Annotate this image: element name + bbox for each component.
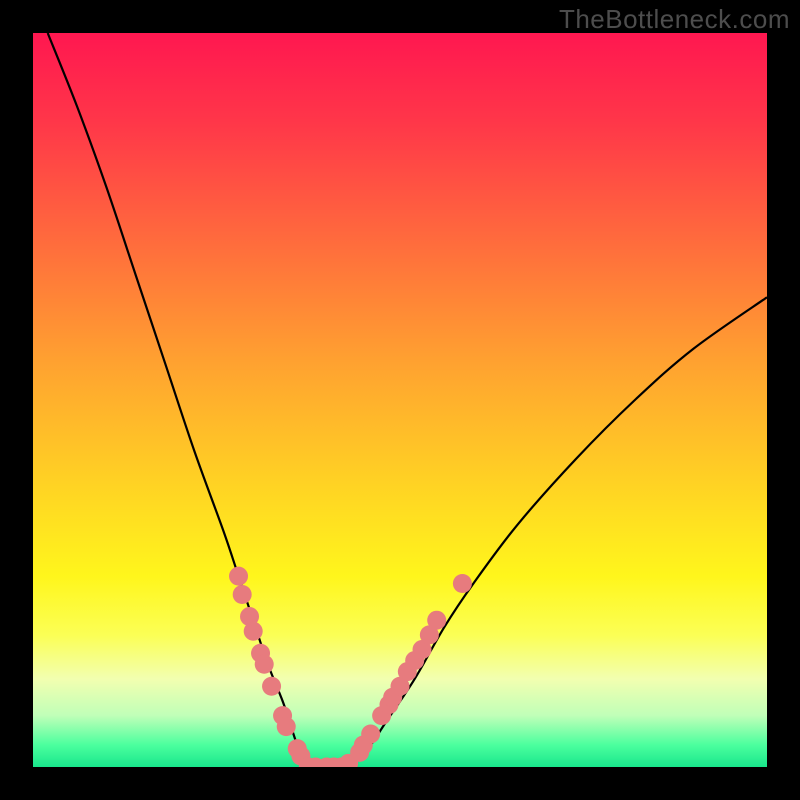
data-point bbox=[255, 655, 274, 674]
data-points bbox=[229, 567, 472, 767]
data-point bbox=[427, 611, 446, 630]
chart-frame: TheBottleneck.com bbox=[0, 0, 800, 800]
data-point bbox=[233, 585, 252, 604]
data-point bbox=[453, 574, 472, 593]
data-point bbox=[361, 724, 380, 743]
data-point bbox=[244, 622, 263, 641]
data-point bbox=[229, 567, 248, 586]
data-point bbox=[277, 717, 296, 736]
watermark-text: TheBottleneck.com bbox=[559, 4, 790, 35]
data-point bbox=[262, 677, 281, 696]
plot-area bbox=[33, 33, 767, 767]
chart-overlay bbox=[33, 33, 767, 767]
